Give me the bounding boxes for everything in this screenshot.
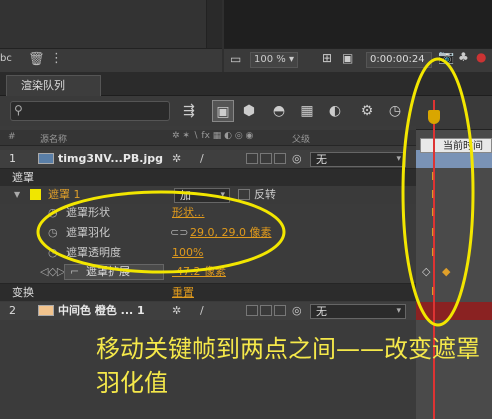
mask-expansion-label: 遮罩扩展 [86,265,130,278]
zoom-dropdown[interactable]: 100 % ▾ [250,52,298,68]
zoom-value: 100 % [254,54,286,65]
invert-checkbox[interactable] [238,189,250,200]
layer-name[interactable]: timg3NV...PB.jpg [58,150,163,168]
stopwatch-icon[interactable]: ◷ [48,224,58,242]
mask-group-row[interactable]: 遮罩 [0,168,416,186]
motion-blur-icon[interactable]: ◐ [324,100,346,122]
column-parent[interactable]: 父级 [292,132,310,145]
mask-opacity-label: 遮罩透明度 [66,246,121,259]
parent-pick-whip-icon[interactable]: ◎ [292,150,302,168]
switch-box[interactable] [260,153,272,164]
layer-search-input[interactable]: ⚲ [10,101,170,121]
bit-depth-icon[interactable]: ⋮ [50,51,63,66]
quality-switch-icon[interactable]: / [200,302,204,320]
expand-triangle-icon[interactable]: ▼ [14,186,20,204]
solid-color-icon [38,305,54,316]
timecode-display[interactable]: 0:00:00:24 [366,52,432,68]
parent-dropdown[interactable]: 无 [310,152,406,167]
mask-feather-value[interactable]: 29.0, 29.0 像素 [190,224,271,242]
keyframe-marker[interactable]: I [431,226,434,239]
graph-icon[interactable]: ⌐ [70,263,79,281]
switch-box[interactable] [260,305,272,316]
composition-viewer [224,0,492,48]
comp-mini-flowchart-icon[interactable]: ⇶ [178,100,200,122]
mask-row[interactable]: ▼ 遮罩 1 加 反转 [0,186,416,204]
layer-column-header: # 源名称 ✲ ✶ ∖ fx ▦ ◐ ◎ ◉ 父级 [0,130,416,146]
mask-opacity-row: ◷ 遮罩透明度 100% [0,244,416,262]
shy-switch-icon[interactable]: ✲ [172,150,181,168]
mask-feather-label: 遮罩羽化 [66,226,110,239]
quality-switch-icon[interactable]: / [200,150,204,168]
tab-render-queue[interactable]: 渲染队列 [6,75,101,96]
bpc-label: bc [0,53,12,64]
mask-shape-value[interactable]: 形状... [172,204,205,222]
switch-box[interactable] [246,305,258,316]
mask-shape-row: ◷ 遮罩形状 形状... [0,204,416,222]
graph-editor-icon[interactable]: ◷ [384,100,406,122]
stopwatch-icon[interactable]: ◷ [48,204,58,222]
keyframe-marker[interactable]: I [431,188,434,201]
mask-group-label: 遮罩 [12,171,34,184]
keyframe-marker[interactable]: I [431,285,434,298]
switches-icons: ✲ ✶ ∖ fx ▦ ◐ ◎ ◉ [172,131,254,141]
column-source-name[interactable]: 源名称 [40,132,67,145]
switch-box[interactable] [246,153,258,164]
mask-color-swatch[interactable] [30,189,41,200]
keyframe-navigator-icon[interactable]: ◁◇▷ [40,263,65,281]
switch-box[interactable] [274,153,286,164]
shy-switch-icon[interactable]: ✲ [172,302,181,320]
keyframe-marker[interactable]: I [431,246,434,259]
frame-blending-icon[interactable]: ▦ [296,100,318,122]
parent-dropdown[interactable]: 无 [310,304,406,319]
transform-reset[interactable]: 重置 [172,284,194,302]
playhead-handle[interactable] [428,110,440,124]
vertical-scrollbar[interactable] [206,0,222,48]
layer-row[interactable]: 2 中间色 橙色 ... 1 ✲ / ◎ 无 [0,302,416,320]
layer-name[interactable]: 中间色 橙色 ... 1 [58,302,145,320]
mask-expansion-row: ◁◇▷ ⌐ 遮罩扩展 -47.2 像素 [0,263,416,281]
after-effects-screenshot: bc 🗑 ⋮ ▭ 100 % ▾ ⊞ ▣ 0:00:00:24 📷 ♣ ● 渲染… [0,0,492,419]
snapshot-icon[interactable]: 📷 [438,50,454,65]
transform-label: 变换 [12,286,34,299]
stopwatch-icon[interactable]: ◷ [48,244,58,262]
invert-label: 反转 [254,188,276,201]
constrain-link-icon[interactable]: ⊂⊃ [170,224,188,242]
region-icon[interactable]: ▭ [230,52,241,66]
mask-expansion-value[interactable]: -47.2 像素 [172,263,226,281]
search-icon: ⚲ [14,103,23,117]
trash-icon[interactable]: 🗑 [28,52,45,67]
keyframe-diamond-selected[interactable]: ◆ [442,265,450,278]
mask-feather-row: ◷ 遮罩羽化 ⊂⊃ 29.0, 29.0 像素 [0,224,416,242]
safe-area-icon[interactable]: ▣ [342,51,353,65]
grid-icon[interactable]: ⊞ [322,51,332,65]
layer-duration-bar[interactable] [416,302,492,320]
mask-mode-dropdown[interactable]: 加 [174,188,230,203]
show-snapshot-icon[interactable]: ♣ [458,50,469,64]
channel-icon[interactable]: ● [476,50,486,64]
mask-shape-label: 遮罩形状 [66,206,110,219]
live-update-icon[interactable]: ▣ [212,100,234,122]
switch-box[interactable] [274,305,286,316]
layer-number: 1 [9,152,16,165]
draft-3d-icon[interactable]: ⬢ [238,100,260,122]
keyframe-diamond[interactable]: ◇ [422,265,430,278]
instruction-caption: 移动关键帧到两点之间——改变遮罩羽化值 [96,335,480,397]
mask-name[interactable]: 遮罩 1 [48,186,81,204]
project-panel-footer: bc 🗑 ⋮ [0,48,222,72]
mask-opacity-value[interactable]: 100% [172,244,203,262]
transform-row[interactable]: 变换 重置 [0,283,416,301]
current-time-tooltip: 当前时间 [420,138,492,153]
project-panel: bc 🗑 ⋮ [0,0,222,72]
layer-number: 2 [9,304,16,317]
column-number: # [8,132,16,142]
keyframe-marker[interactable]: I [431,206,434,219]
parent-pick-whip-icon[interactable]: ◎ [292,302,302,320]
brainstorm-icon[interactable]: ⚙ [356,100,378,122]
shy-layers-icon[interactable]: ◓ [268,100,290,122]
layer-row[interactable]: 1 timg3NV...PB.jpg ✲ / ◎ 无 [0,150,416,168]
image-thumbnail-icon [38,153,54,164]
keyframe-marker[interactable]: I [431,170,434,183]
